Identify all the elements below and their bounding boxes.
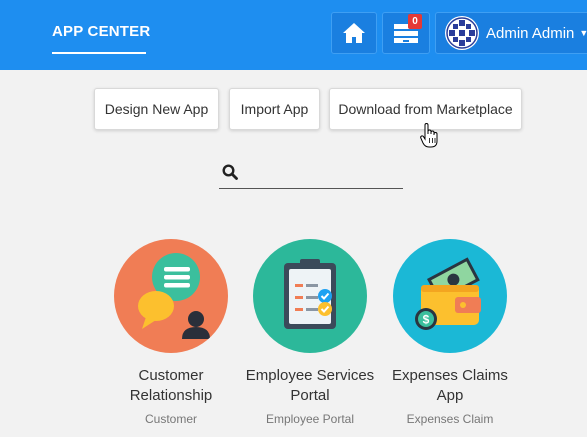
chat-person-icon [138, 253, 210, 339]
app-card-customer-relationship[interactable]: Customer Relationship Customer [106, 239, 236, 426]
chevron-down-icon: ▼ [579, 28, 587, 38]
app-icon-circle: $ [393, 239, 507, 353]
design-new-app-button[interactable]: Design New App [94, 88, 219, 130]
app-icon-circle [114, 239, 228, 353]
notification-badge: 0 [408, 14, 422, 29]
top-navbar: APP CENTER 0 Admin Admin ▼ [0, 0, 587, 70]
active-tab-underline [52, 52, 146, 54]
app-title: Expenses Claims App [392, 367, 508, 404]
app-subtitle: Employee Portal [265, 412, 355, 426]
app-card-expenses-claims[interactable]: $ Expenses Claims App Expenses Claim [385, 239, 515, 426]
import-app-button[interactable]: Import App [229, 88, 320, 130]
hand-cursor-icon [420, 123, 438, 148]
wallet-money-icon: $ [415, 257, 481, 330]
home-icon [343, 23, 365, 43]
app-card-employee-services-portal[interactable]: Employee Services Portal Employee Portal [245, 239, 375, 426]
app-title: Customer Relationship [129, 367, 213, 404]
app-title: Employee Services Portal [245, 367, 375, 404]
home-button[interactable] [331, 12, 377, 54]
app-icon-circle [253, 239, 367, 353]
avatar [445, 16, 479, 50]
clipboard-checklist-icon [284, 259, 336, 329]
search-icon [222, 164, 238, 180]
svg-text:$: $ [423, 313, 430, 327]
app-subtitle: Expenses Claim [406, 412, 494, 426]
notifications-button[interactable]: 0 [382, 12, 430, 54]
avatar-pattern-icon [446, 17, 478, 49]
search-input[interactable] [245, 162, 395, 184]
user-name: Admin Admin [486, 24, 575, 42]
user-menu-button[interactable]: Admin Admin ▼ [435, 12, 587, 54]
search-bar [219, 158, 403, 189]
app-subtitle: Customer [144, 412, 197, 426]
app-center-tab[interactable]: APP CENTER [52, 23, 150, 40]
